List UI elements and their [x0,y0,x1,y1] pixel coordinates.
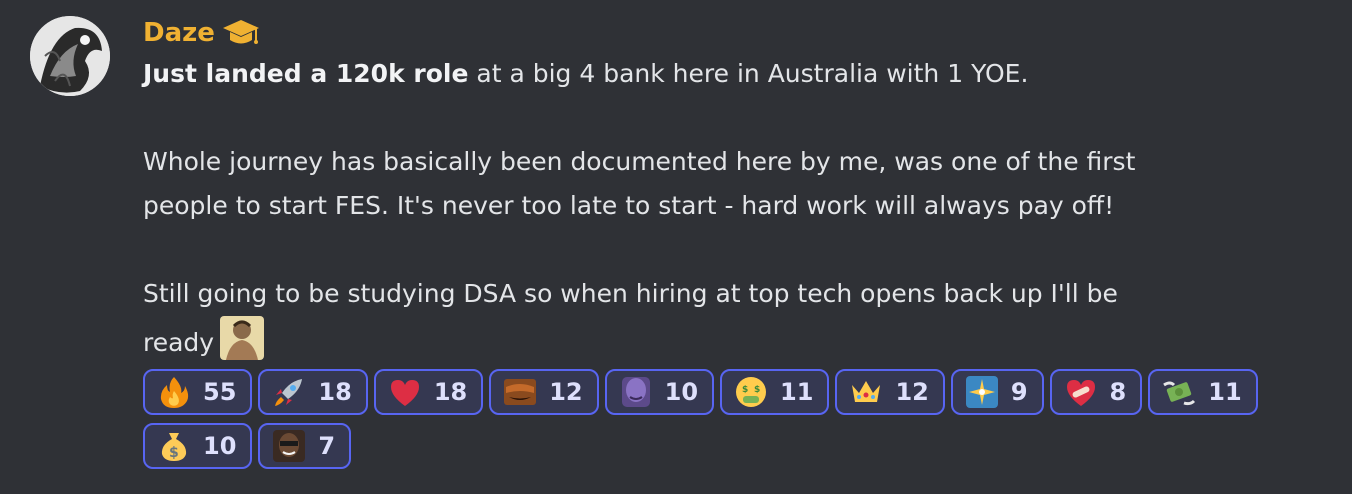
reaction-crown[interactable]: 12 [835,369,945,415]
reaction-sparkle[interactable]: 9 [950,369,1044,415]
money-bag-icon: $ [157,429,191,463]
author-username[interactable]: Daze [143,14,215,52]
reaction-heart[interactable]: 18 [373,369,484,415]
reaction-custom-purple[interactable]: 10 [604,369,715,415]
message-header: Daze [143,14,1323,52]
custom-face-icon [503,375,537,409]
reaction-count: 10 [664,378,699,406]
message-line-5: ready [143,316,1323,365]
message-line-5-text: ready [143,328,215,357]
custom-person-icon [272,429,306,463]
crown-icon [849,375,883,409]
reaction-count: 11 [1208,378,1242,406]
reaction-count: 10 [203,432,237,460]
message-content: Daze Just landed a 120k role at a big 4 … [143,14,1323,469]
reactions-bar: 55 18 18 12 10 $ $ 11 12 9 8 11 $ 10 7 [143,369,1293,469]
reaction-count: 9 [1010,378,1028,406]
reaction-count: 18 [433,378,468,406]
flying-money-icon [1162,375,1196,409]
reaction-custom-face[interactable]: 12 [489,369,599,415]
rocket-icon [272,375,306,409]
graduation-cap-icon [221,17,261,49]
message-body: Just landed a 120k role at a big 4 bank … [143,52,1323,365]
reaction-heart-bandage[interactable]: 8 [1049,369,1143,415]
money-mouth-face-icon: $ $ [734,375,768,409]
custom-purple-face-icon [619,375,653,409]
heart-with-bandage-icon [1064,375,1098,409]
svg-text:$: $ [742,385,748,395]
reaction-count: 12 [895,378,929,406]
message-line-4: Still going to be studying DSA so when h… [143,279,1118,308]
reaction-fire[interactable]: 55 [143,369,253,415]
message-bold-lead: Just landed a 120k role [143,59,469,88]
reaction-count: 7 [318,432,336,460]
reaction-count: 11 [780,378,814,406]
reaction-money-mouth[interactable]: $ $ 11 [720,369,830,415]
author-avatar[interactable] [30,16,110,96]
reaction-count: 18 [318,378,352,406]
sparkle-burst-icon [965,375,999,409]
message-line-2: Whole journey has basically been documen… [143,147,1136,176]
reaction-count: 55 [203,378,237,406]
reaction-count: 12 [549,378,583,406]
message-line-1: Just landed a 120k role at a big 4 bank … [143,52,1323,96]
svg-text:$: $ [169,445,179,461]
reaction-money-bag[interactable]: $ 10 [143,423,253,469]
red-heart-icon [388,375,422,409]
message-line-1-rest: at a big 4 bank here in Australia with 1… [468,59,1029,88]
reaction-count: 8 [1109,378,1127,406]
chat-message: Daze Just landed a 120k role at a big 4 … [0,0,1352,494]
reaction-rocket[interactable]: 18 [258,369,368,415]
reaction-flying-money[interactable]: 11 [1148,369,1258,415]
gigachad-emoji-icon[interactable] [220,316,265,360]
message-line-3: people to start FES. It's never too late… [143,191,1115,220]
svg-text:$: $ [754,385,760,395]
reaction-custom-person[interactable]: 7 [258,423,352,469]
fire-icon [157,375,191,409]
